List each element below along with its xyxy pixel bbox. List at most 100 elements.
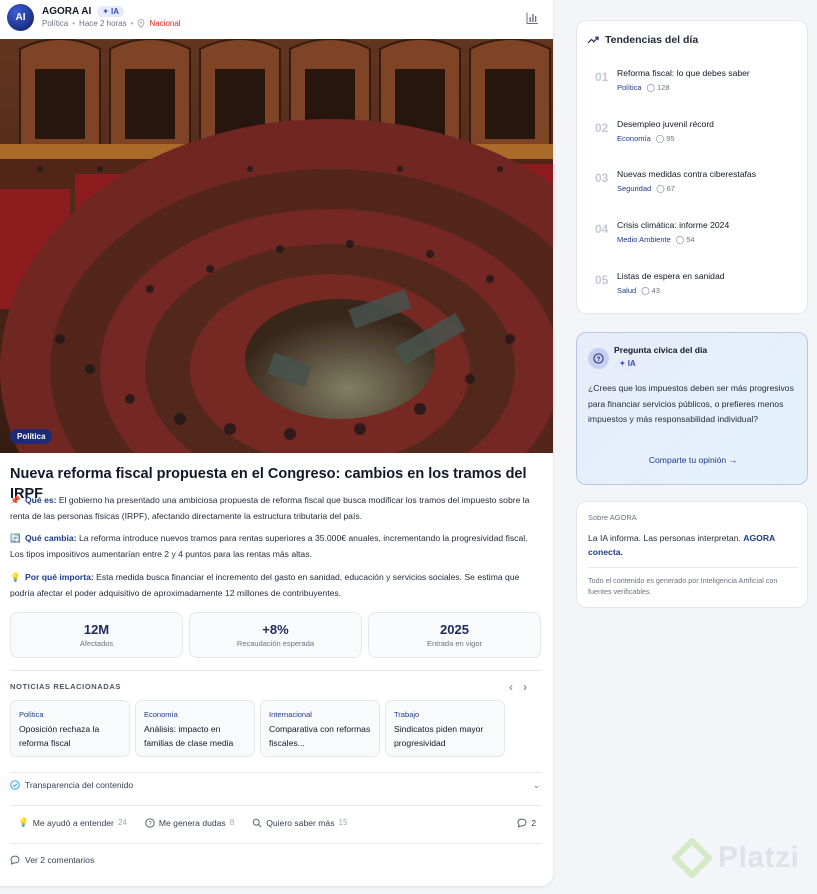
stat-card: +8% Recaudación esperada	[189, 612, 362, 658]
lightbulb-icon: 💡	[18, 817, 29, 827]
carousel-controls: ‹ ›	[509, 680, 527, 694]
trend-meta: Medio Ambiente ◯ 54	[617, 235, 695, 244]
comments-count: 2	[531, 817, 536, 828]
about-footnote: Todo el contenido es generado por Inteli…	[588, 576, 778, 596]
related-news-card[interactable]: Política Oposición rechaza la reforma fi…	[10, 700, 130, 757]
parliament-photo[interactable]	[0, 39, 553, 453]
comment-bubble-icon: ◯	[656, 184, 665, 193]
trend-comments: ◯ 95	[656, 134, 675, 143]
comment-bubble-icon: ◯	[646, 83, 656, 92]
section-label: Qué es:	[24, 495, 57, 505]
related-category: Trabajo	[394, 710, 420, 719]
transparency-toggle[interactable]: Transparencia del contenido ⌄	[10, 780, 542, 790]
post-header: AI AGORA AI ✦ IA Política • Hace 2 horas …	[0, 0, 553, 39]
related-news-list: Política Oposición rechaza la reforma fi…	[10, 700, 505, 757]
pushpin-icon: 📌	[10, 495, 21, 505]
image-category-pill[interactable]: Política	[10, 429, 53, 444]
related-news-card[interactable]: Economía Análisis: impacto en familias d…	[135, 700, 255, 757]
trend-comments: ◯ 54	[676, 235, 695, 244]
divider	[10, 805, 542, 806]
trend-rank: 01	[595, 70, 609, 84]
section-text: La reforma introduce nuevos tramos para …	[10, 533, 528, 559]
ia-badge-label: IA	[627, 359, 636, 368]
stat-label: Entrada en vigor	[426, 639, 483, 648]
question-circle-icon: ?	[588, 348, 609, 369]
ia-badge-label: IA	[110, 7, 119, 16]
refresh-icon: 🔄	[10, 533, 21, 543]
trend-count: 95	[666, 134, 675, 143]
avatar[interactable]: AI	[7, 4, 34, 31]
comment-bubble-icon	[10, 855, 20, 865]
trends-panel: Tendencias del día 01 Reforma fiscal: lo…	[576, 20, 808, 314]
see-comments-label: Ver 2 comentarios	[25, 855, 95, 865]
see-comments-link[interactable]: Ver 2 comentarios	[10, 855, 94, 865]
divider	[10, 843, 542, 844]
civic-question-panel: ? Pregunta cívica del día ✦ IA ¿Crees que…	[576, 332, 808, 485]
civic-question-text: ¿Crees que los impuestos deben ser más p…	[588, 383, 794, 424]
ia-badge: ✦ IA	[614, 358, 641, 369]
related-title: Oposición rechaza la reforma fiscal	[19, 724, 100, 748]
trend-count: 67	[666, 184, 675, 193]
related-title: Análisis: impacto en familias de clase m…	[144, 724, 234, 748]
stat-value: +8%	[262, 622, 289, 637]
chevron-right-icon[interactable]: ›	[523, 680, 527, 694]
about-panel: Sobre AGORA La IA informa. Las personas …	[576, 501, 808, 608]
section-what-changes: 🔄 Qué cambia: La reforma introduce nuevo…	[10, 531, 540, 562]
trends-heading: Tendencias del día	[587, 34, 698, 46]
trend-meta: Economía ◯ 95	[617, 134, 675, 143]
post-meta: Política • Hace 2 horas • Nacional	[42, 19, 181, 28]
trend-title: Listas de espera en sanidad	[617, 271, 725, 281]
trend-category: Seguridad	[617, 184, 652, 193]
author-line: AGORA AI ✦ IA	[42, 6, 124, 17]
related-title: Sindicatos piden mayor progresividad	[394, 724, 484, 748]
post-category[interactable]: Política	[42, 19, 68, 28]
platzi-logo-icon	[672, 838, 712, 878]
share-opinion-button[interactable]: Comparte tu opinión →	[577, 455, 809, 465]
section-what-is: 📌 Qué es: El gobierno ha presentado una …	[10, 493, 540, 524]
trend-count: 128	[657, 83, 670, 92]
platzi-watermark: Platzi	[672, 838, 799, 878]
trend-title: Reforma fiscal: lo que debes saber	[617, 68, 750, 78]
stat-value: 12M	[83, 622, 110, 637]
question-circle-icon: ?	[145, 817, 155, 828]
sparkle-icon: ✦	[102, 7, 109, 16]
related-news-card[interactable]: Trabajo Sindicatos piden mayor progresiv…	[385, 700, 505, 757]
trend-meta: Política ◯ 128	[617, 83, 670, 92]
trend-category: Salud	[617, 286, 637, 295]
transparency-label: Transparencia del contenido	[25, 780, 134, 790]
comments-count-button[interactable]: 2	[517, 818, 536, 828]
trend-category: Economía	[617, 134, 651, 143]
trend-rank: 04	[595, 222, 609, 236]
author-name[interactable]: AGORA AI	[42, 6, 91, 17]
chevron-left-icon[interactable]: ‹	[509, 680, 513, 694]
about-text: La IA informa. Las personas interpretan.…	[588, 531, 800, 559]
svg-text:?: ?	[597, 356, 601, 363]
trend-count: 54	[686, 235, 695, 244]
trend-title: Desempleo juvenil récord	[617, 119, 714, 129]
stat-card: 12M Afectados	[10, 612, 183, 658]
comment-bubble-icon: ◯	[675, 235, 685, 244]
stats-chart-icon[interactable]	[525, 11, 539, 25]
about-text-plain: La IA informa. Las personas interpretan.	[588, 533, 744, 543]
trend-count: 43	[651, 286, 660, 295]
reaction-know-more-button[interactable]: Quiero saber más 15	[252, 818, 347, 828]
reaction-doubts-button[interactable]: ? Me genera dudas 8	[145, 818, 234, 828]
post-time: Hace 2 horas	[79, 19, 127, 28]
section-label: Por qué importa:	[24, 572, 94, 582]
trend-rank: 05	[595, 273, 609, 287]
reaction-count: 15	[338, 818, 348, 827]
divider	[588, 567, 798, 568]
trend-rank: 02	[595, 121, 609, 135]
trend-comments: ◯ 43	[641, 286, 660, 295]
stat-label: Afectados	[79, 639, 114, 648]
comment-bubble-icon: ◯	[655, 134, 665, 143]
section-why-matters: 💡 Por qué importa: Esta medida busca fin…	[10, 570, 540, 601]
watermark-text: Platzi	[718, 841, 800, 874]
trend-comments: ◯ 128	[647, 83, 670, 92]
reaction-helped-button[interactable]: 💡 Me ayudó a entender 24	[18, 817, 127, 828]
lightbulb-icon: 💡	[10, 572, 21, 582]
divider	[10, 670, 542, 671]
related-news-card[interactable]: Internacional Comparativa con reformas f…	[260, 700, 380, 757]
trend-rank: 03	[595, 171, 609, 185]
post-location[interactable]: Nacional	[149, 19, 180, 28]
